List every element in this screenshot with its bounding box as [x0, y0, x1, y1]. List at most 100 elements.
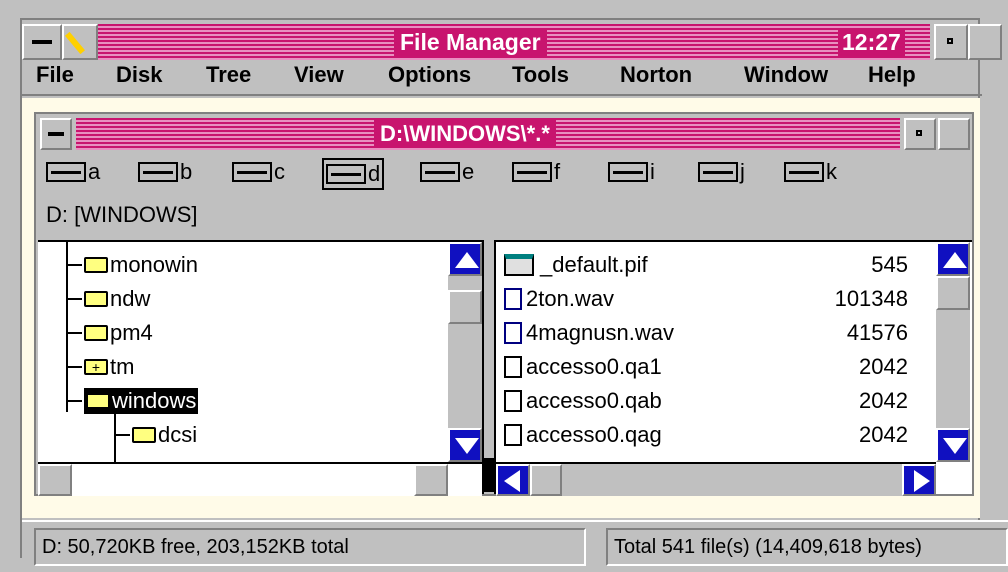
- file-row[interactable]: _default.pif 545: [504, 248, 908, 281]
- dash-icon: [48, 132, 64, 136]
- file-row[interactable]: accesso0.qa1 2042: [504, 350, 908, 383]
- menu-disk[interactable]: Disk: [116, 62, 162, 88]
- tree-item-tm[interactable]: + tm: [66, 350, 134, 383]
- tree-item-label: monowin: [110, 251, 199, 277]
- drive-letter: j: [740, 159, 745, 184]
- directory-window: D:\WINDOWS\*.* a b c d e f i j k D: [WIN…: [34, 112, 974, 496]
- scroll-thumb[interactable]: [530, 464, 562, 496]
- drive-b[interactable]: b: [138, 158, 192, 186]
- document-icon: [504, 321, 522, 344]
- file-name: accesso0.qa1: [526, 353, 662, 379]
- file-row[interactable]: accesso0.qag 2042: [504, 418, 908, 451]
- tree-item-windows[interactable]: windows: [66, 384, 199, 417]
- file-size: 2042: [859, 421, 908, 447]
- network-drive-icon: [608, 162, 648, 182]
- scroll-right-button[interactable]: [902, 464, 936, 496]
- menu-file[interactable]: File: [36, 62, 74, 88]
- minimize-icon: [916, 130, 922, 136]
- scroll-left-button[interactable]: [38, 464, 72, 496]
- folder-plus-icon: +: [84, 358, 108, 375]
- document-icon: [504, 287, 522, 310]
- drive-letter: c: [274, 159, 285, 184]
- scroll-thumb[interactable]: [936, 276, 970, 310]
- network-drive-icon: [698, 162, 738, 182]
- cdrom-drive-icon: [512, 162, 552, 182]
- folder-icon: [84, 256, 108, 273]
- scroll-right-button[interactable]: [414, 464, 448, 496]
- menu-norton[interactable]: Norton: [620, 62, 692, 88]
- file-icon: [504, 355, 522, 378]
- scroll-up-button[interactable]: [936, 242, 970, 276]
- drive-bar: a b c d e f i j k: [46, 158, 946, 190]
- drive-c[interactable]: c: [232, 158, 285, 186]
- drive-letter: e: [462, 159, 475, 184]
- scroll-down-button[interactable]: [448, 428, 482, 462]
- tree-item-label: windows: [112, 387, 197, 413]
- file-vscroll[interactable]: [936, 242, 970, 462]
- child-system-menu-button[interactable]: [40, 118, 72, 150]
- tree-item-label: tm: [110, 353, 135, 379]
- floppy-drive-icon: [46, 162, 86, 182]
- child-minimize-button[interactable]: [904, 118, 936, 150]
- drive-letter: k: [826, 159, 837, 184]
- drive-letter: i: [650, 159, 655, 184]
- program-file-icon: [504, 253, 534, 276]
- menu-window[interactable]: Window: [744, 62, 828, 88]
- tree-item-pm4[interactable]: pm4: [66, 316, 153, 349]
- tree-item-ndw[interactable]: ndw: [66, 282, 150, 315]
- tree-item-monowin[interactable]: monowin: [66, 248, 198, 281]
- folder-icon: [84, 324, 108, 341]
- file-size: 545: [871, 251, 908, 277]
- child-title: D:\WINDOWS\*.*: [374, 120, 556, 148]
- maximize-button[interactable]: [968, 24, 1002, 60]
- arrow-down-icon: [943, 438, 967, 454]
- file-size: 2042: [859, 353, 908, 379]
- menu-help[interactable]: Help: [868, 62, 916, 88]
- status-file-total: Total 541 file(s) (14,409,618 bytes): [606, 528, 1008, 566]
- drive-e[interactable]: e: [420, 158, 474, 186]
- drive-d[interactable]: d: [322, 158, 385, 190]
- menu-options[interactable]: Options: [388, 62, 471, 88]
- drive-f[interactable]: f: [512, 158, 560, 186]
- floppy-drive-icon: [138, 162, 178, 182]
- tree-item-dcsi[interactable]: dcsi: [114, 418, 197, 451]
- tree-hscroll[interactable]: [38, 462, 482, 496]
- hard-drive-icon: [326, 164, 366, 184]
- scroll-down-button[interactable]: [936, 428, 970, 462]
- file-row[interactable]: 2ton.wav 101348: [504, 282, 908, 315]
- app-hammer-icon-button[interactable]: [62, 24, 98, 60]
- clock: 12:27: [838, 28, 905, 56]
- drive-j[interactable]: j: [698, 158, 745, 186]
- drive-k[interactable]: k: [784, 158, 837, 186]
- tree-vscroll[interactable]: [448, 242, 482, 462]
- hammer-icon: [64, 31, 86, 55]
- menu-view[interactable]: View: [294, 62, 344, 88]
- folder-icon: [84, 290, 108, 307]
- drive-i[interactable]: i: [608, 158, 655, 186]
- menu-tree[interactable]: Tree: [206, 62, 251, 88]
- split-handle[interactable]: [484, 458, 494, 492]
- file-icon: [504, 389, 522, 412]
- tree-pane: monowin ndw pm4 + tm windows dcsi: [38, 240, 482, 496]
- drive-a[interactable]: a: [46, 158, 100, 186]
- menu-tools[interactable]: Tools: [512, 62, 569, 88]
- scroll-left-button[interactable]: [496, 464, 530, 496]
- split-bar[interactable]: [482, 240, 496, 494]
- drive-letter: b: [180, 159, 193, 184]
- file-row[interactable]: 4magnusn.wav 41576: [504, 316, 908, 349]
- arrow-down-icon: [455, 438, 479, 454]
- minimize-icon: [947, 38, 953, 44]
- file-name: accesso0.qab: [526, 387, 662, 413]
- main-title-bar: File Manager 12:27: [98, 24, 930, 60]
- file-hscroll[interactable]: [496, 462, 936, 496]
- file-size: 101348: [834, 285, 908, 311]
- dash-icon: [32, 40, 52, 44]
- scroll-thumb[interactable]: [448, 290, 482, 324]
- file-row[interactable]: accesso0.qab 2042: [504, 384, 908, 417]
- minimize-button[interactable]: [934, 24, 968, 60]
- drive-letter: f: [554, 159, 561, 184]
- system-menu-button[interactable]: [22, 24, 62, 60]
- scroll-up-button[interactable]: [448, 242, 482, 276]
- tree-item-label: dcsi: [158, 421, 198, 447]
- child-maximize-button[interactable]: [938, 118, 970, 150]
